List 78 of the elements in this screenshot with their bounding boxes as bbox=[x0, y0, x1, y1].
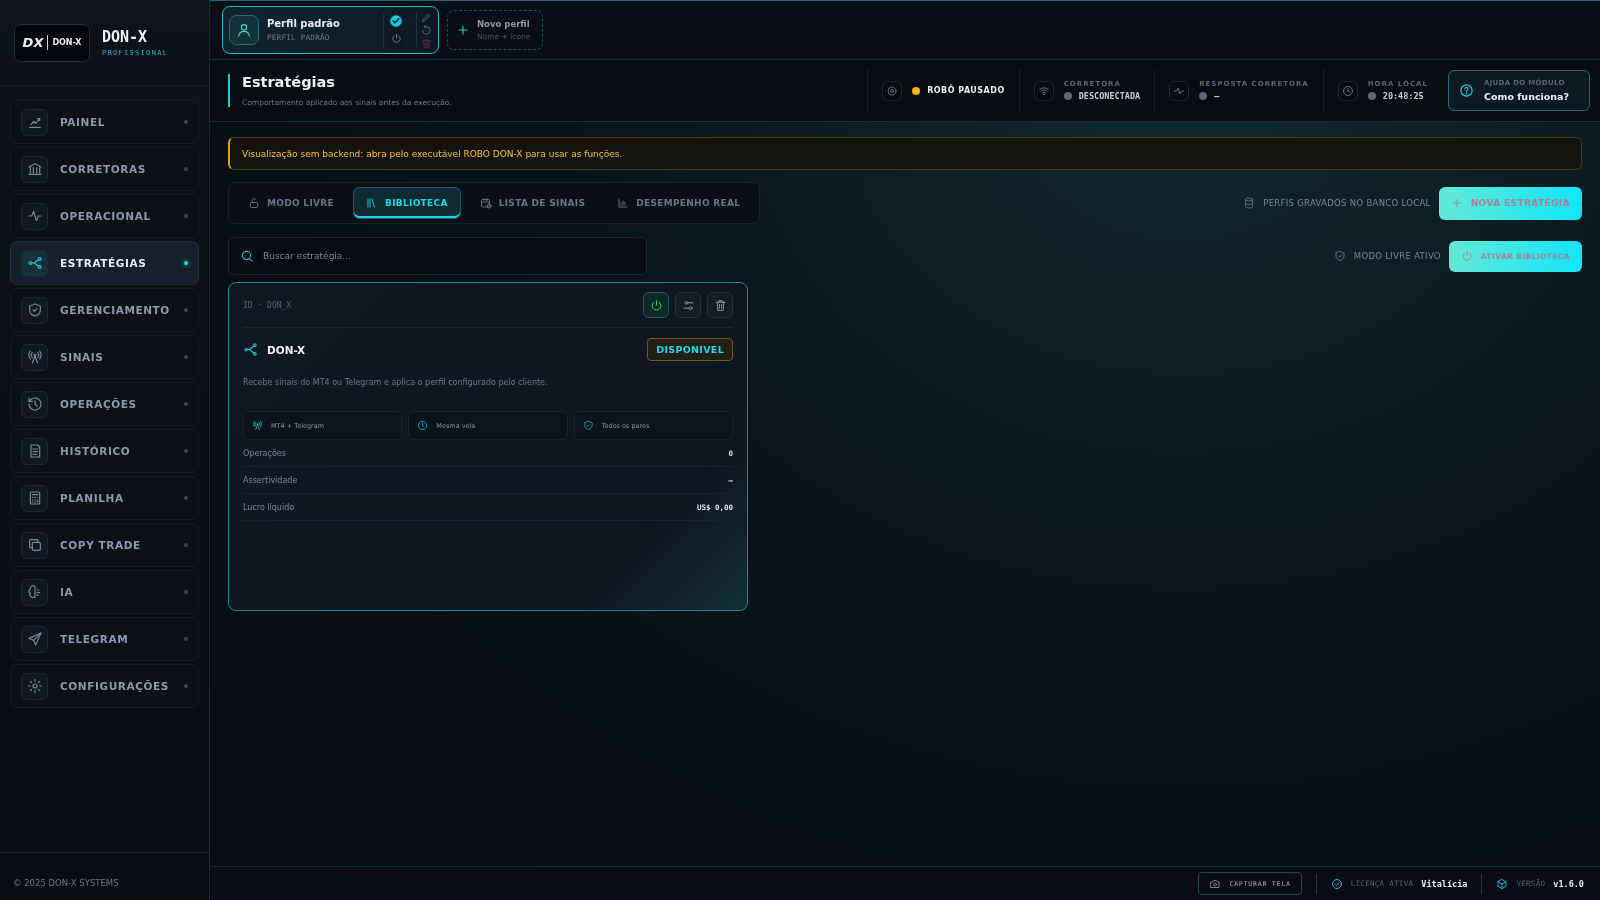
status-value: 20:48:25 bbox=[1382, 91, 1424, 101]
trash-icon bbox=[713, 298, 727, 312]
nav-item[interactable]: GERENCIAMENTO bbox=[10, 288, 199, 332]
tab[interactable]: LISTA DE SINAIS bbox=[466, 187, 599, 219]
status-value: – bbox=[1214, 91, 1220, 101]
shield-icon bbox=[1333, 250, 1346, 262]
trash-icon bbox=[421, 37, 432, 49]
strategy-description: Recebe sinais do MT4 ou Telegram e aplica o perfil configurado pelo cliente. bbox=[243, 378, 549, 387]
power-icon bbox=[390, 33, 402, 44]
shield-icon bbox=[582, 420, 594, 431]
user-icon bbox=[236, 22, 252, 38]
copy-icon bbox=[26, 537, 43, 553]
cube-icon bbox=[1496, 877, 1509, 890]
nav-item[interactable]: CONFIGURAÇÕES bbox=[10, 664, 199, 708]
power-icon bbox=[1460, 250, 1473, 262]
antenna-icon bbox=[252, 420, 263, 431]
pulse-icon bbox=[26, 208, 43, 224]
stat-label: Lucro líquido bbox=[243, 502, 295, 512]
bank-icon bbox=[26, 161, 43, 177]
shield-icon bbox=[26, 302, 43, 318]
clock-icon bbox=[1341, 84, 1354, 97]
nav-item[interactable]: COPY TRADE bbox=[10, 523, 199, 567]
license-value: Vitalícia bbox=[1421, 878, 1468, 889]
power-icon bbox=[649, 298, 663, 312]
nav-item[interactable]: PLANILHA bbox=[10, 476, 199, 520]
status-value: DESCONECTADA bbox=[1078, 91, 1141, 101]
pencil-icon bbox=[421, 11, 432, 23]
tab[interactable]: BIBLIOTECA bbox=[353, 187, 461, 219]
database-icon bbox=[1243, 197, 1256, 209]
nav-item[interactable]: ESTRATÉGIAS bbox=[10, 241, 199, 285]
power-button[interactable] bbox=[643, 292, 669, 318]
nav-item[interactable]: IA bbox=[10, 570, 199, 614]
tab[interactable]: DESEMPENHO REAL bbox=[604, 187, 754, 219]
sliders-icon bbox=[681, 298, 695, 312]
power-button[interactable] bbox=[388, 30, 404, 47]
undo-icon bbox=[421, 24, 432, 36]
profile-name: Perfil padrão bbox=[267, 18, 341, 29]
stat-label: Assertividade bbox=[243, 475, 298, 485]
camera-icon bbox=[1209, 877, 1222, 890]
calendar-icon bbox=[479, 197, 492, 209]
plus-icon bbox=[456, 23, 470, 37]
warning-banner: Visualização sem backend: abra pelo executável ROBO DON-X para usar as funções. bbox=[228, 137, 1582, 170]
strategy-name: DON-X bbox=[267, 343, 307, 356]
tab[interactable]: MODO LIVRE bbox=[235, 187, 347, 219]
nav-item[interactable]: OPERAÇÕES bbox=[10, 382, 199, 426]
antenna-icon bbox=[26, 349, 43, 365]
status-badge: DISPONIVEL bbox=[647, 338, 733, 361]
books-icon bbox=[366, 197, 378, 209]
status-value: ROBÔ PAUSADO bbox=[927, 86, 1005, 95]
plus-icon bbox=[1450, 197, 1463, 209]
help-title: Como funciona? bbox=[1484, 91, 1569, 102]
nav-item[interactable]: PAINEL bbox=[10, 100, 199, 144]
nav-item[interactable]: CORRETORAS bbox=[10, 147, 199, 191]
search-field[interactable]: Buscar estratégia... bbox=[228, 237, 647, 275]
clock-icon bbox=[417, 420, 429, 431]
wifi-icon bbox=[1037, 84, 1050, 97]
version-value: v1.6.0 bbox=[1553, 878, 1584, 889]
note-text: PERFIS GRAVADOS NO BANCO LOCAL bbox=[1263, 198, 1431, 208]
delete-button[interactable] bbox=[707, 292, 733, 318]
brand-name: DON-X bbox=[102, 28, 149, 46]
copyright-text: © 2025 DON-X SYSTEMS bbox=[13, 878, 119, 888]
stat-label: Operações bbox=[243, 448, 286, 458]
help-icon bbox=[1459, 83, 1474, 98]
history-icon bbox=[26, 396, 43, 412]
nav-item[interactable]: OPERACIONAL bbox=[10, 194, 199, 238]
send-icon bbox=[26, 631, 43, 647]
note-text: MODO LIVRE ATIVO bbox=[1353, 251, 1441, 261]
bar-chart-icon bbox=[617, 197, 630, 209]
target-icon bbox=[886, 84, 899, 97]
strategy-id: ID · DON_X bbox=[243, 300, 292, 310]
nav-item[interactable]: TELEGRAM bbox=[10, 617, 199, 661]
nav-item[interactable]: SINAIS bbox=[10, 335, 199, 379]
padlock-icon bbox=[248, 197, 260, 209]
check-circle-icon bbox=[1330, 877, 1343, 890]
nav-item[interactable]: HISTÓRICO bbox=[10, 429, 199, 473]
page-title: Estratégias bbox=[242, 74, 336, 90]
settings-button[interactable] bbox=[675, 292, 701, 318]
logo: DX DON-X bbox=[14, 23, 90, 62]
